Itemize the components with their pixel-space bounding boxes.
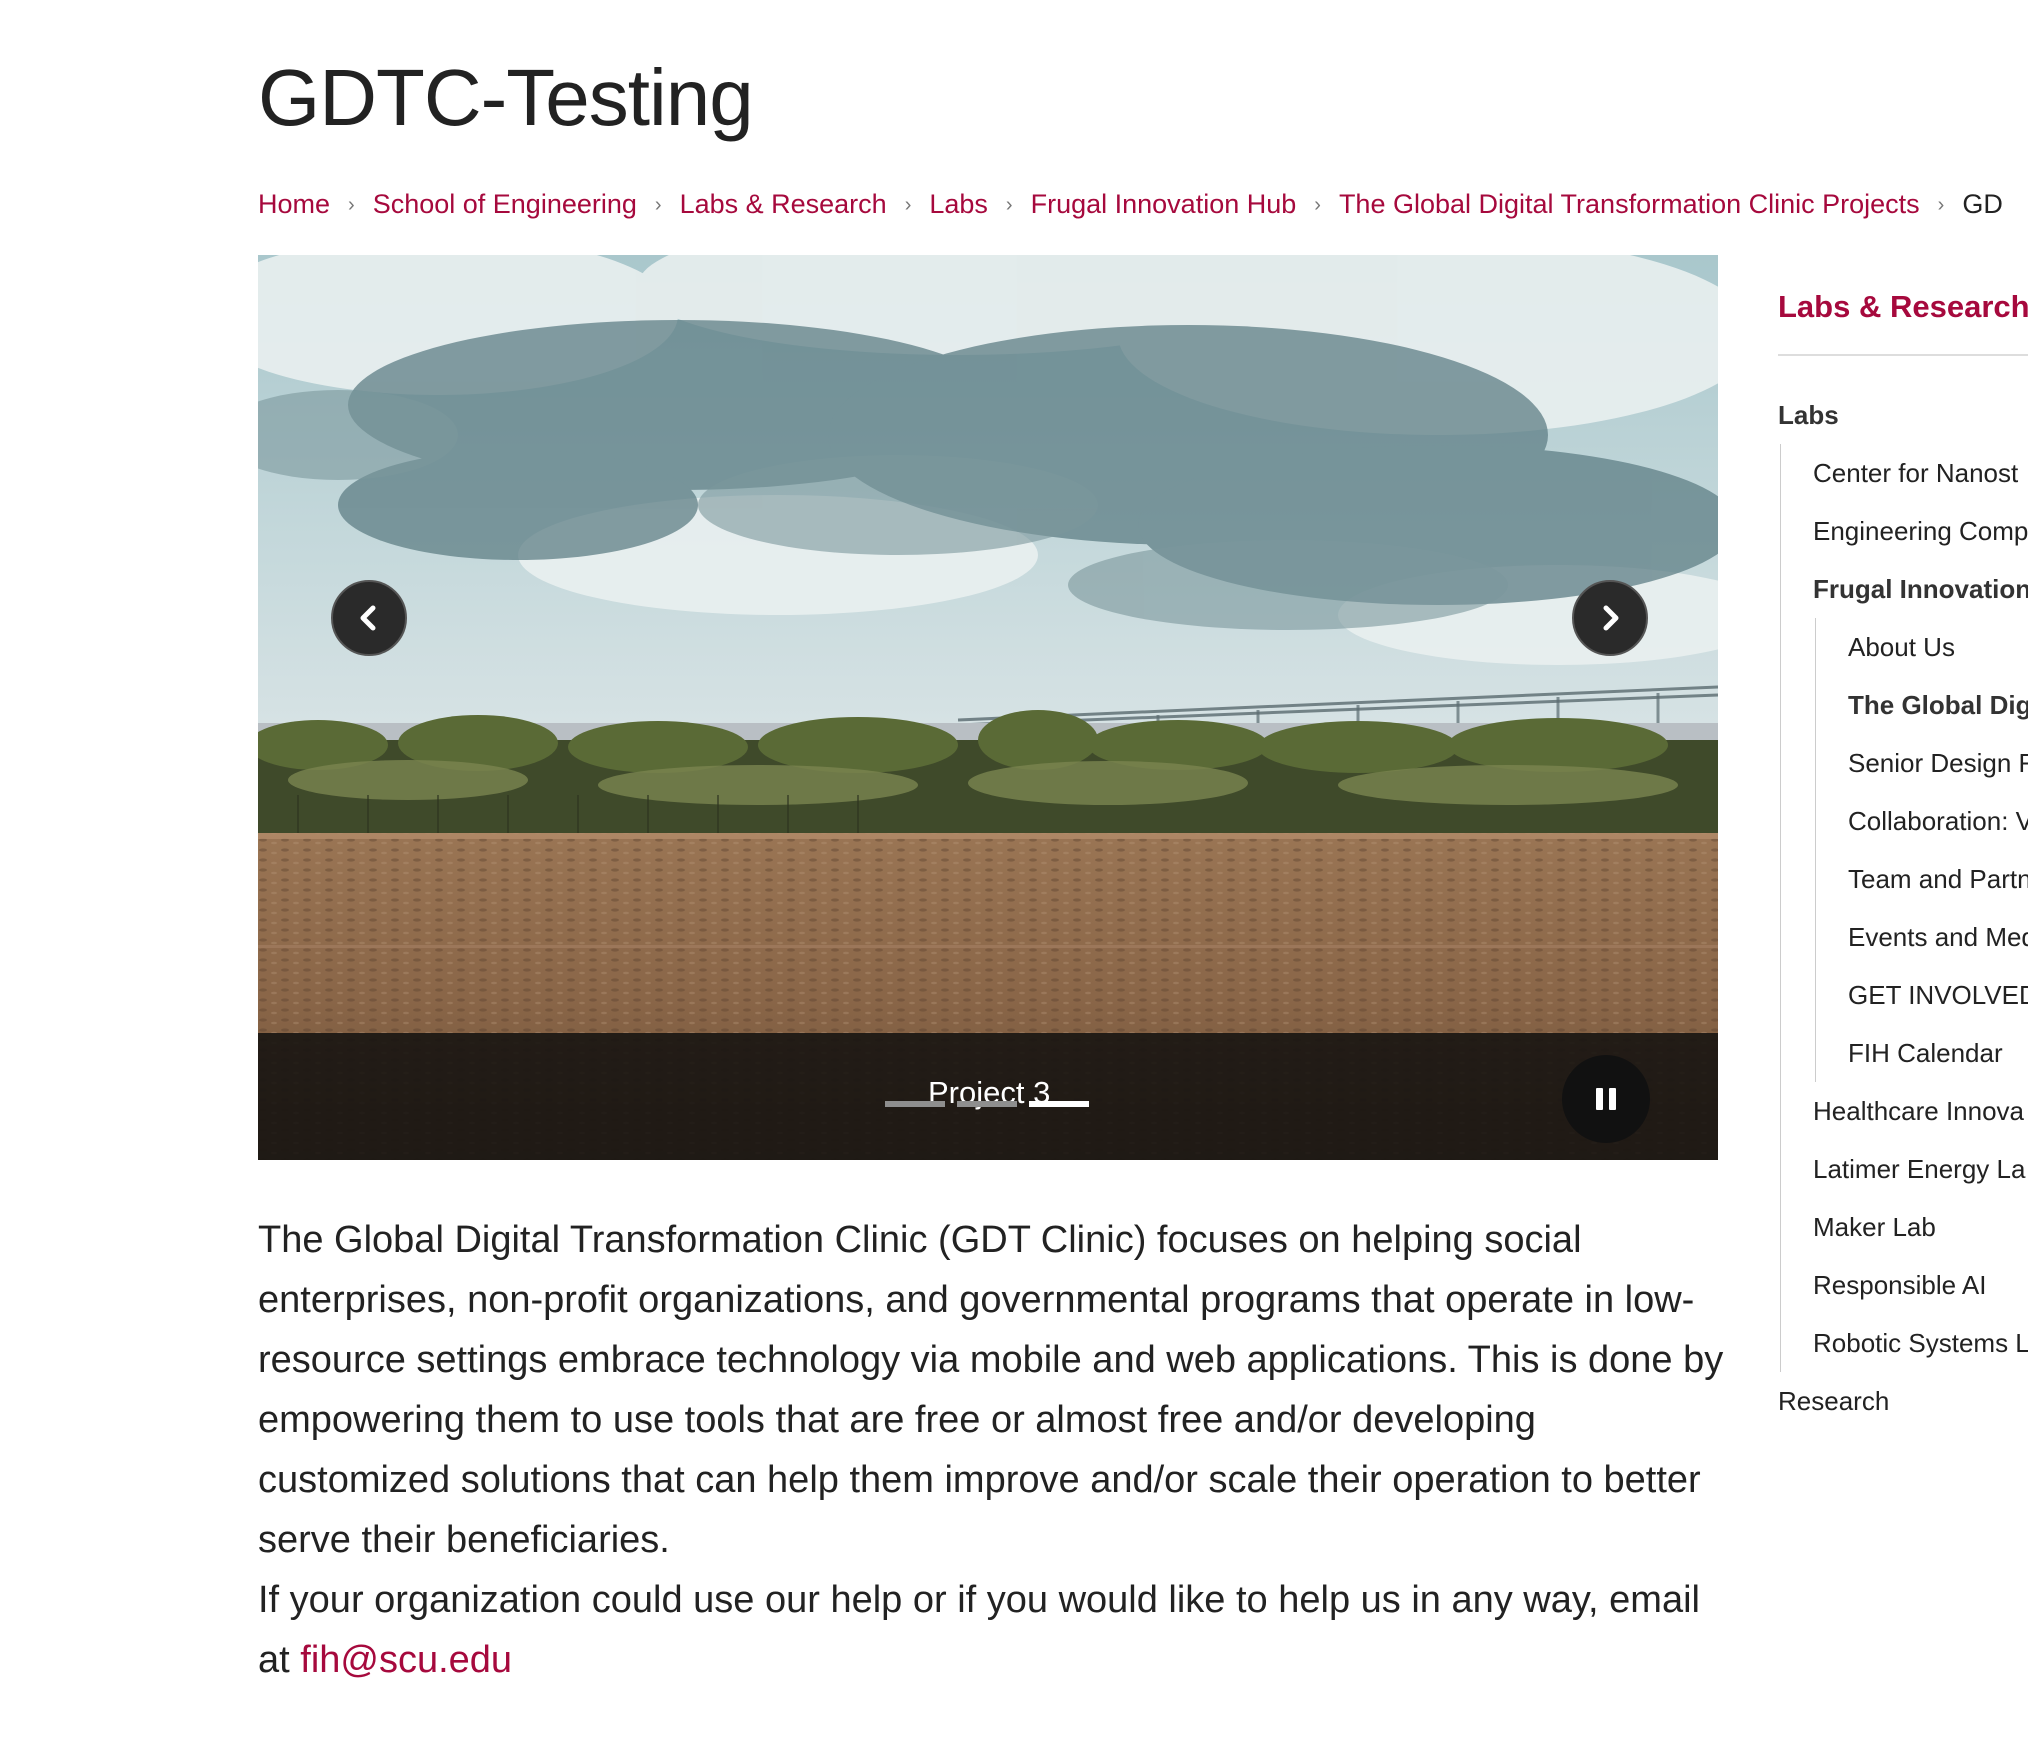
sidebar-item-get-involved[interactable]: GET INVOLVED [1816,966,2028,1024]
slide-indicator-1[interactable] [885,1101,945,1107]
breadcrumb-home[interactable]: Home [258,189,330,219]
contact-paragraph: If your organization could use our help … [258,1570,1728,1690]
image-slider [258,255,1718,1160]
sidebar-divider [1778,354,2028,356]
slide-caption: Project 3 [928,1075,1051,1110]
slide-indicator-2[interactable] [957,1101,1017,1107]
chevron-left-icon [360,605,376,631]
breadcrumb: Home › School of Engineering › Labs & Resear… [258,186,2028,225]
page-title: GDTC-Testing [258,53,754,142]
breadcrumb-separator: › [1005,194,1013,216]
slider-previous-button[interactable] [331,580,407,656]
content-paragraph: The Global Digital Transformation Clinic… [258,1219,1724,1561]
sidebar-item-healthcare-innovation[interactable]: Healthcare Innova [1781,1082,2028,1140]
sidebar-item-about-us[interactable]: About Us [1816,618,2028,676]
sidebar-item-fih-calendar[interactable]: FIH Calendar [1816,1024,2028,1082]
breadcrumb-frugal-innovation-hub[interactable]: Frugal Innovation Hub [1031,189,1297,219]
sidebar-item-latimer-energy-lab[interactable]: Latimer Energy La [1781,1140,2028,1198]
breadcrumb-separator: › [1937,194,1945,216]
sidebar-item-collaboration[interactable]: Collaboration: V [1816,792,2028,850]
slide-indicator-3[interactable] [1029,1101,1089,1107]
breadcrumb-separator: › [654,194,662,216]
breadcrumb-labs-research[interactable]: Labs & Research [680,189,887,219]
sidebar-item-global-digital[interactable]: The Global Dig [1816,676,2028,734]
sidebar-item-engineering-computing[interactable]: Engineering Comp [1781,502,2028,560]
breadcrumb-current: GD [1962,189,2003,219]
sidebar-fih-group: About Us The Global Dig Senior Design F … [1815,618,2028,1082]
slider-pause-button[interactable] [1562,1055,1650,1143]
page-content: The Global Digital Transformation Clinic… [258,1210,1728,1690]
breadcrumb-gdtc-projects[interactable]: The Global Digital Transformation Clinic… [1339,189,1920,219]
slider-next-button[interactable] [1572,580,1648,656]
slide-image-farmland [258,255,1718,1160]
breadcrumb-school-of-engineering[interactable]: School of Engineering [373,189,637,219]
sidebar-item-center-for-nanostructures[interactable]: Center for Nanost [1781,444,2028,502]
sidebar-item-frugal-innovation-hub[interactable]: Frugal Innovation [1781,560,2028,618]
breadcrumb-separator: › [1314,194,1321,216]
sidebar-section-labs: Labs Center for Nanost Engineering Comp … [1778,386,2028,1430]
sidebar-item-responsible-ai[interactable]: Responsible AI [1781,1256,2028,1314]
sidebar-item-robotic-systems-lab[interactable]: Robotic Systems L [1781,1314,2028,1372]
sidebar-item-team-and-partners[interactable]: Team and Partn [1816,850,2028,908]
breadcrumb-separator: › [348,194,355,216]
pause-icon [1596,1088,1616,1110]
sidebar-item-maker-lab[interactable]: Maker Lab [1781,1198,2028,1256]
breadcrumb-labs[interactable]: Labs [929,189,988,219]
sidebar-item-labs[interactable]: Labs [1778,386,2028,444]
sidebar-nav: Labs & Research Labs Center for Nanost E… [1778,285,2028,1763]
sidebar-item-senior-design[interactable]: Senior Design F [1816,734,2028,792]
sidebar-heading-labs-research[interactable]: Labs & Research [1778,285,2028,329]
slide-indicators [885,1101,1089,1107]
sidebar-item-research[interactable]: Research [1778,1372,2028,1430]
chevron-right-icon [1603,605,1619,631]
sidebar-item-events-and-media[interactable]: Events and Med [1816,908,2028,966]
breadcrumb-separator: › [904,194,912,216]
sidebar-labs-group: Center for Nanost Engineering Comp Fruga… [1780,444,2028,1372]
email-link[interactable]: fih@scu.edu [300,1639,512,1681]
